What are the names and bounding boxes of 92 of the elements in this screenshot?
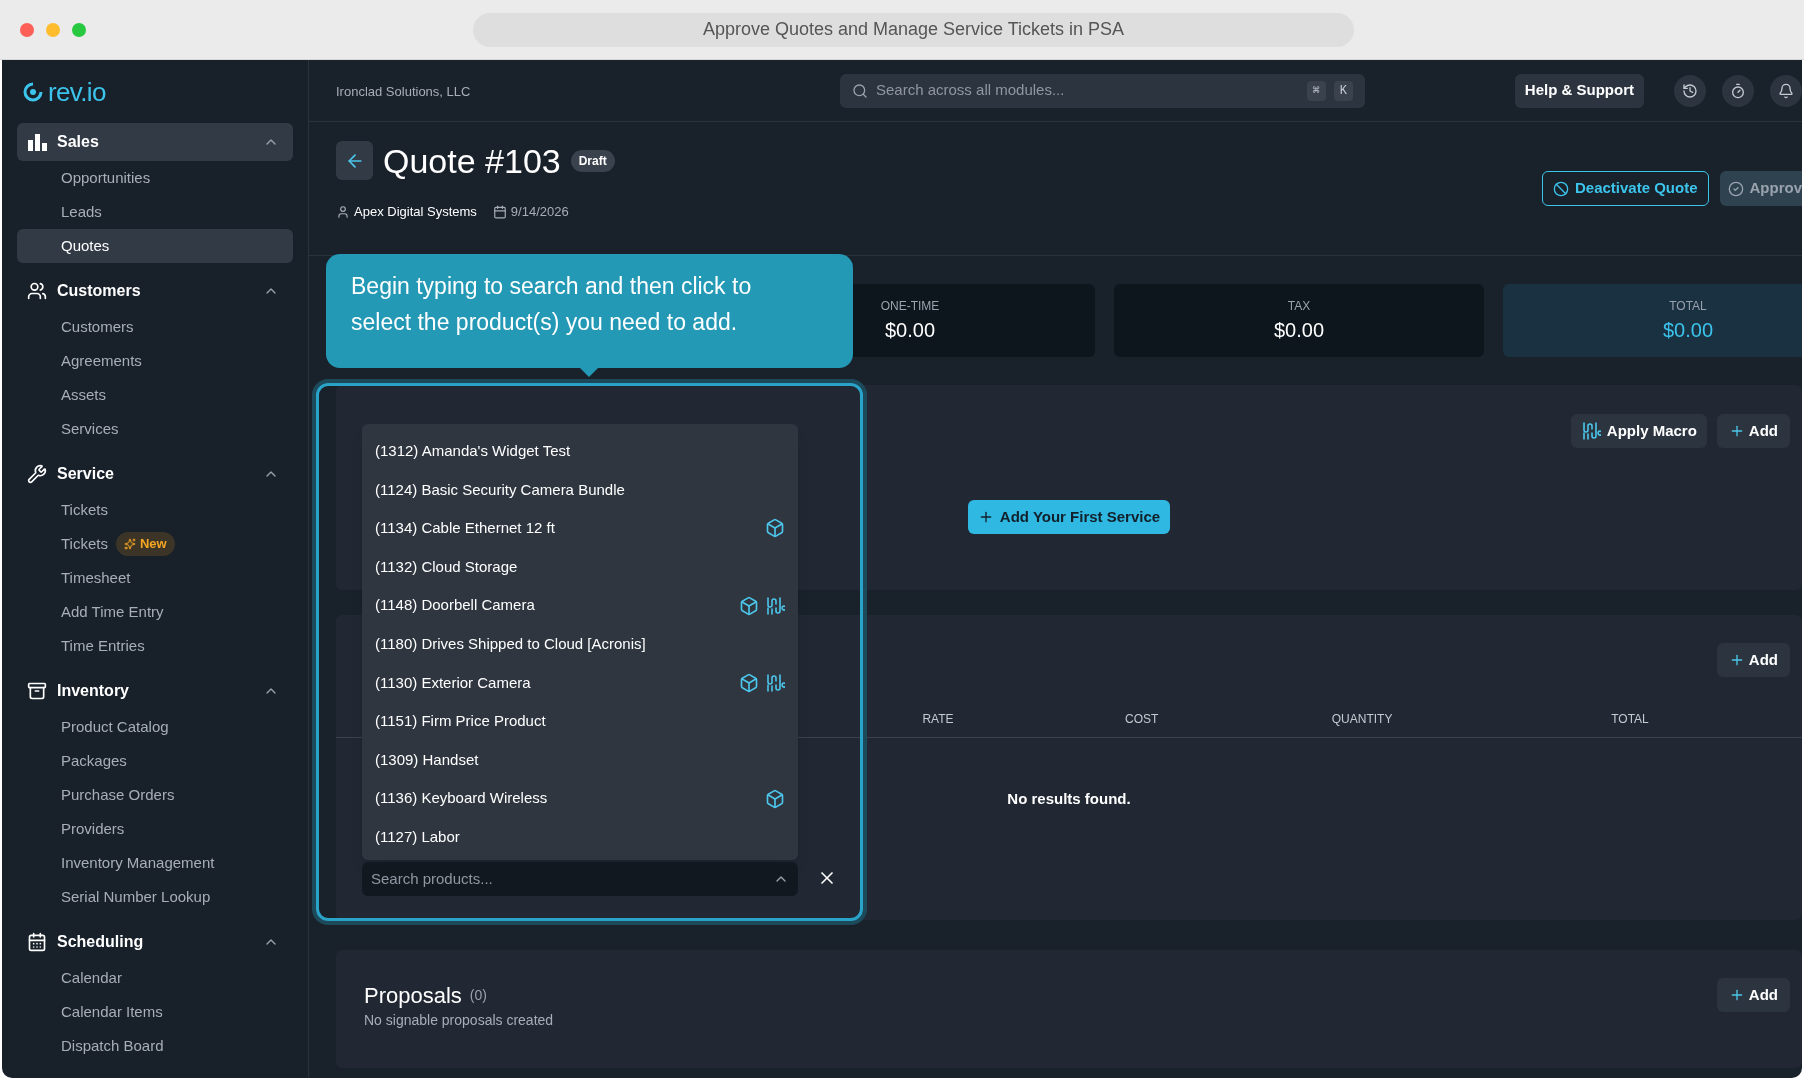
- timer-button[interactable]: [1722, 74, 1754, 107]
- sidebar-item[interactable]: Serial Number Lookup: [17, 880, 211, 914]
- proposals-count: (0): [469, 985, 487, 1005]
- sidebar-item[interactable]: Leads: [17, 195, 102, 229]
- notifications-button[interactable]: [1770, 74, 1802, 107]
- people-icon: [27, 281, 47, 301]
- product-option[interactable]: (1134) Cable Ethernet 12 ft: [362, 509, 798, 548]
- tooltip: Begin typing to search and then click to select the product(s) you need to add.: [326, 254, 853, 368]
- sidebar-item[interactable]: Calendar: [17, 961, 122, 995]
- sidebar-item[interactable]: Tickets: [17, 493, 108, 527]
- quote-title: Quote #103: [383, 143, 561, 178]
- sidebar-item[interactable]: Product Catalog: [17, 710, 169, 744]
- archive-icon: [27, 681, 47, 701]
- sparkles-icon: [123, 538, 136, 550]
- back-button[interactable]: [336, 141, 373, 180]
- product-option[interactable]: (1136) Keyboard Wireless: [362, 779, 798, 818]
- quote-date: 9/14/2026: [510, 203, 569, 221]
- sidebar-item[interactable]: Agreements: [17, 344, 142, 378]
- sidebar-item[interactable]: Time Entries: [17, 629, 145, 663]
- timer-icon: [1730, 82, 1746, 99]
- bar-chart-icon: [27, 133, 47, 151]
- sidebar-item[interactable]: Services: [17, 412, 119, 446]
- sidebar-item[interactable]: Add Time Entry: [17, 595, 164, 629]
- add-button[interactable]: Add: [1716, 978, 1790, 1012]
- macro-icon: [1580, 421, 1601, 441]
- apply-macro-button[interactable]: Apply Macro: [1570, 414, 1707, 448]
- sidebar-section-header[interactable]: Customers: [17, 272, 293, 310]
- status-badge: Draft: [570, 149, 615, 172]
- column-header: QUANTITY: [1330, 710, 1394, 728]
- logo-text: rev.io: [48, 78, 106, 105]
- check-circle-icon: [1727, 180, 1744, 197]
- approve-button[interactable]: Approv: [1719, 171, 1802, 206]
- sidebar-section-header[interactable]: Sales: [17, 123, 293, 161]
- product-option[interactable]: (1312) Amanda's Widget Test: [362, 432, 798, 471]
- close-window-icon[interactable]: [20, 22, 34, 37]
- tooltip-pointer: [580, 368, 598, 377]
- history-button[interactable]: [1674, 74, 1706, 107]
- sidebar-section-header[interactable]: Scheduling: [17, 923, 293, 961]
- sidebar-item[interactable]: Assets: [17, 378, 106, 412]
- new-badge: New: [115, 532, 175, 556]
- product-option[interactable]: (1124) Basic Security Camera Bundle: [362, 470, 798, 510]
- shortcut-key: ⌘: [1306, 80, 1326, 101]
- search-icon: [852, 82, 868, 99]
- sidebar-item[interactable]: Providers: [17, 812, 125, 846]
- column-header: TOTAL: [1610, 710, 1650, 728]
- sidebar-item[interactable]: Timesheet: [17, 561, 131, 595]
- company-name: Ironclad Solutions, LLC: [336, 83, 471, 99]
- window-title: Approve Quotes and Manage Service Tickets in PSA: [473, 12, 1354, 47]
- summary-card: TAX $0.00: [1114, 284, 1484, 357]
- sidebar-item[interactable]: Customers: [17, 310, 134, 344]
- prohibited-icon: [1552, 180, 1569, 197]
- product-option[interactable]: (1130) Exterior Camera: [362, 663, 798, 703]
- product-option[interactable]: (1151) Firm Price Product: [362, 702, 798, 741]
- add-button[interactable]: Add: [1716, 414, 1790, 448]
- sidebar-item[interactable]: Inventory Management: [17, 846, 215, 880]
- sidebar-item[interactable]: Packages: [17, 744, 127, 778]
- proposals-title: Proposals: [364, 981, 462, 1010]
- shortcut-key: K: [1333, 80, 1353, 101]
- calendar-icon: [27, 932, 47, 952]
- summary-card: TOTAL $0.00: [1503, 284, 1802, 357]
- help-support-button[interactable]: Help & Support: [1514, 73, 1644, 108]
- add-first-service-button[interactable]: Add Your First Service: [967, 500, 1171, 534]
- product-search-bar[interactable]: Search products...: [362, 862, 798, 896]
- empty-message: No results found.: [1007, 789, 1131, 809]
- global-search-field[interactable]: Search across all modules...: [876, 79, 1299, 102]
- deactivate-button[interactable]: Deactivate Quote: [1541, 171, 1709, 206]
- product-option[interactable]: (1148) Doorbell Camera: [362, 586, 798, 625]
- calendar-icon: [492, 204, 507, 219]
- sidebar-section-header[interactable]: Service: [17, 455, 293, 493]
- search-bar[interactable]: Search across all modules... ⌘ K: [840, 73, 1365, 108]
- column-header: RATE: [921, 710, 955, 728]
- add-button[interactable]: Add: [1716, 643, 1790, 677]
- sidebar-item[interactable]: Tickets: [17, 527, 108, 561]
- logo-icon: [22, 80, 44, 103]
- sidebar-item[interactable]: Quotes: [17, 229, 293, 263]
- product-option[interactable]: (1132) Cloud Storage: [362, 547, 798, 587]
- product-option[interactable]: (1180) Drives Shipped to Cloud [Acronis]: [362, 624, 798, 664]
- bell-icon: [1778, 82, 1794, 99]
- sidebar-item[interactable]: Calendar Items: [17, 995, 163, 1029]
- product-option[interactable]: (1309) Handset: [362, 740, 798, 780]
- sidebar-section-header[interactable]: Inventory: [17, 672, 293, 710]
- column-header: COST: [1124, 710, 1160, 728]
- product-option[interactable]: (1127) Labor: [362, 817, 798, 857]
- customer-name: Apex Digital Systems: [354, 203, 477, 221]
- person-icon: [336, 204, 350, 219]
- history-icon: [1682, 82, 1698, 99]
- wrench-icon: [27, 464, 47, 484]
- product-search-field[interactable]: Search products...: [371, 867, 773, 891]
- proposals-empty-text: No signable proposals created: [364, 1011, 555, 1030]
- sidebar-item[interactable]: Dispatch Board: [17, 1029, 164, 1063]
- sidebar-item[interactable]: Purchase Orders: [17, 778, 175, 812]
- sidebar-item[interactable]: Opportunities: [17, 161, 151, 195]
